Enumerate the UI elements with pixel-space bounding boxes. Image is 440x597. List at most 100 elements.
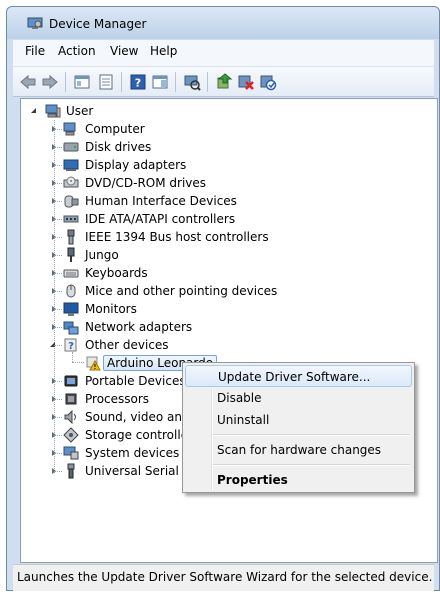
tree-connector-line: [54, 417, 62, 418]
tree-item-label: IDE ATA/ATAPI controllers: [85, 212, 236, 226]
tree-item-other-devices[interactable]: ? Other devices: [21, 336, 421, 354]
tree-connector-line: [54, 453, 62, 454]
ide-controller-icon: [63, 211, 79, 227]
ctx-uninstall[interactable]: Uninstall: [185, 409, 412, 431]
tree-connector-line: [54, 399, 62, 400]
tree-item-label: Portable Devices: [85, 374, 186, 388]
ctx-item-label: Update Driver Software...: [218, 370, 371, 384]
device-manager-icon: [27, 17, 43, 30]
ctx-properties[interactable]: Properties: [185, 469, 412, 491]
status-text: Launches the Update Driver Software Wiza…: [17, 570, 433, 584]
tree-connector-line: [54, 345, 62, 346]
menu-action[interactable]: Action: [58, 44, 96, 58]
show-hide-console-tree-icon[interactable]: [73, 73, 91, 91]
firewire-icon: [63, 229, 79, 245]
tree-item-label: System devices: [85, 446, 180, 460]
context-menu: Update Driver Software... Disable Uninst…: [182, 362, 415, 493]
tree-item-network-adapters[interactable]: Network adapters: [21, 318, 421, 336]
tree-item-mice-and-other-pointing-devices[interactable]: Mice and other pointing devices: [21, 282, 421, 300]
svg-text:?: ?: [68, 341, 74, 352]
ctx-item-label: Scan for hardware changes: [217, 443, 382, 457]
svg-text:?: ?: [135, 77, 141, 90]
menu-file[interactable]: File: [25, 44, 45, 58]
tree-connector-line: [54, 129, 62, 130]
tree-item-disk-drives[interactable]: Disk drives: [21, 138, 421, 156]
tree-item-ieee-1394-bus-host-controllers[interactable]: IEEE 1394 Bus host controllers: [21, 228, 421, 246]
tree-item-monitors[interactable]: Monitors: [21, 300, 421, 318]
ctx-item-label: Uninstall: [217, 413, 270, 427]
tree-root-label: User: [66, 104, 94, 118]
hid-icon: [63, 193, 79, 209]
ctx-scan-hardware-changes[interactable]: Scan for hardware changes: [185, 439, 412, 461]
context-menu-separator: [213, 434, 410, 436]
help-icon[interactable]: ?: [129, 73, 147, 91]
tree-item-label: Jungo: [85, 248, 119, 262]
keyboard-icon: [63, 265, 79, 281]
monitor-icon: [63, 301, 79, 317]
show-action-pane-icon[interactable]: [151, 73, 169, 91]
tree-connector-line: [54, 183, 62, 184]
ctx-item-label: Properties: [217, 473, 288, 487]
computer-icon: [45, 103, 61, 119]
tree-item-display-adapters[interactable]: Display adapters: [21, 156, 421, 174]
tree-item-label: Display adapters: [85, 158, 187, 172]
dvd-drive-icon: [63, 175, 79, 191]
scan-hardware-changes-icon[interactable]: [183, 73, 201, 91]
tree-item-label: Disk drives: [85, 140, 152, 154]
menu-view[interactable]: View: [110, 44, 138, 58]
menu-bar: File Action View Help: [13, 40, 434, 66]
toolbar-separator: [207, 72, 208, 92]
tree-connector-line: [54, 219, 62, 220]
tree-item-jungo[interactable]: Jungo: [21, 246, 421, 264]
properties-icon[interactable]: [97, 73, 115, 91]
window-title: Device Manager: [49, 17, 147, 31]
disk-drive-icon: [63, 139, 79, 155]
context-menu-separator: [213, 464, 410, 466]
menu-help[interactable]: Help: [150, 44, 177, 58]
tree-item-label: Network adapters: [85, 320, 193, 334]
tree-item-label: Keyboards: [85, 266, 148, 280]
tree-connector-line: [54, 165, 62, 166]
system-device-icon: [63, 445, 79, 461]
tree-connector-line: [54, 381, 62, 382]
tree-item-ide-ata-atapi-controllers[interactable]: IDE ATA/ATAPI controllers: [21, 210, 421, 228]
display-adapter-icon: [63, 157, 79, 173]
update-driver-icon[interactable]: [215, 73, 233, 91]
device-manager-window: Device Manager File Action View Help ? U…: [6, 6, 440, 591]
toolbar-separator: [175, 72, 176, 92]
tree-item-label: DVD/CD-ROM drives: [85, 176, 207, 190]
tree-item-label: Computer: [85, 122, 145, 136]
title-bar[interactable]: Device Manager: [7, 7, 439, 39]
back-icon[interactable]: [19, 73, 37, 91]
ctx-disable[interactable]: Disable: [185, 387, 412, 409]
tree-connector-line: [54, 201, 62, 202]
tree-item-label: Other devices: [85, 338, 169, 352]
unknown-device-icon: ?: [63, 337, 79, 353]
processor-icon: [63, 391, 79, 407]
usb-icon: [63, 463, 79, 479]
tree-item-label: IEEE 1394 Bus host controllers: [85, 230, 269, 244]
storage-controller-icon: [63, 427, 79, 443]
tree-item-label: Monitors: [85, 302, 137, 316]
tree-connector-line: [54, 471, 62, 472]
enable-device-icon[interactable]: [259, 73, 277, 91]
warning-device-icon: [85, 355, 101, 371]
tree-item-human-interface-devices[interactable]: Human Interface Devices: [21, 192, 421, 210]
tree-item-dvd-cd-rom-drives[interactable]: DVD/CD-ROM drives: [21, 174, 421, 192]
tree-connector-line: [54, 255, 62, 256]
ctx-item-label: Disable: [217, 391, 262, 405]
forward-icon[interactable]: [41, 73, 59, 91]
toolbar-separator: [121, 72, 122, 92]
tree-connector-line: [54, 273, 62, 274]
uninstall-icon[interactable]: [237, 73, 255, 91]
jungo-icon: [63, 247, 79, 263]
tree-connector-line: [54, 309, 62, 310]
device-tree-pane[interactable]: User Computer Disk drives Display adapte…: [20, 98, 438, 563]
tree-item-computer[interactable]: Computer: [21, 120, 421, 138]
collapse-arrow-icon[interactable]: [31, 108, 36, 113]
tree-item-keyboards[interactable]: Keyboards: [21, 264, 421, 282]
tree-connector-line: [54, 435, 62, 436]
ctx-update-driver-software[interactable]: Update Driver Software...: [185, 365, 412, 387]
mouse-icon: [63, 283, 79, 299]
tree-root[interactable]: User: [21, 102, 421, 120]
